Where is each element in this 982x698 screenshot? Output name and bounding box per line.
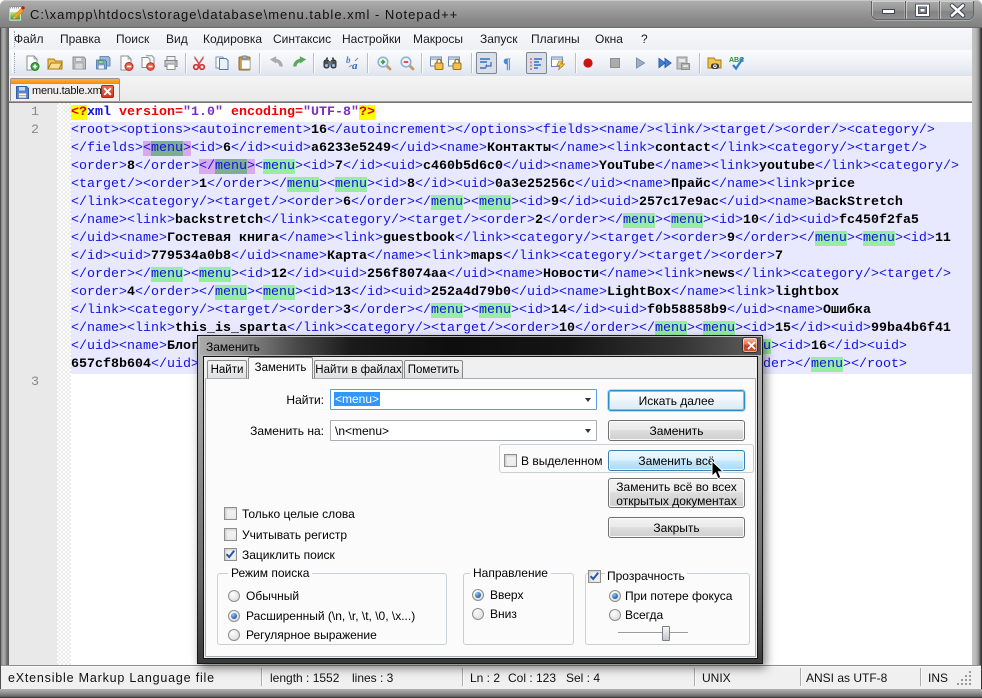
svg-text:b: b bbox=[346, 55, 351, 65]
svg-text:a: a bbox=[352, 60, 358, 71]
svg-text:¶: ¶ bbox=[503, 56, 511, 71]
